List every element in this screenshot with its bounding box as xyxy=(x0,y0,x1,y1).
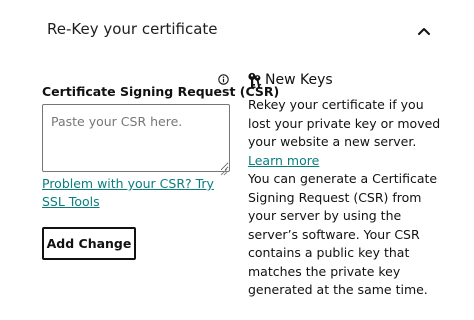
chevron-up-icon[interactable] xyxy=(412,20,436,42)
learn-more-link[interactable]: Learn more xyxy=(248,153,319,168)
info-icon[interactable] xyxy=(218,70,229,85)
section-header[interactable]: Re-Key your certificate xyxy=(0,0,474,62)
keys-icon xyxy=(247,72,263,90)
ssl-tools-link[interactable]: Problem with your CSR? Try SSL Tools xyxy=(42,175,232,211)
csr-textarea[interactable] xyxy=(42,104,230,172)
rekey-description-text: Rekey your certificate if you lost your … xyxy=(248,97,441,149)
add-change-button[interactable]: Add Change xyxy=(42,227,136,260)
rekey-panel: Re-Key your certificate Certificate Sign… xyxy=(0,0,474,320)
section-title: Re-Key your certificate xyxy=(47,20,218,38)
new-keys-heading: New Keys xyxy=(265,72,333,88)
rekey-description: Rekey your certificate if you lost your … xyxy=(248,96,448,170)
csr-description: You can generate a Certificate Signing R… xyxy=(248,171,438,297)
csr-field-label: Certificate Signing Request (CSR) xyxy=(42,84,280,99)
